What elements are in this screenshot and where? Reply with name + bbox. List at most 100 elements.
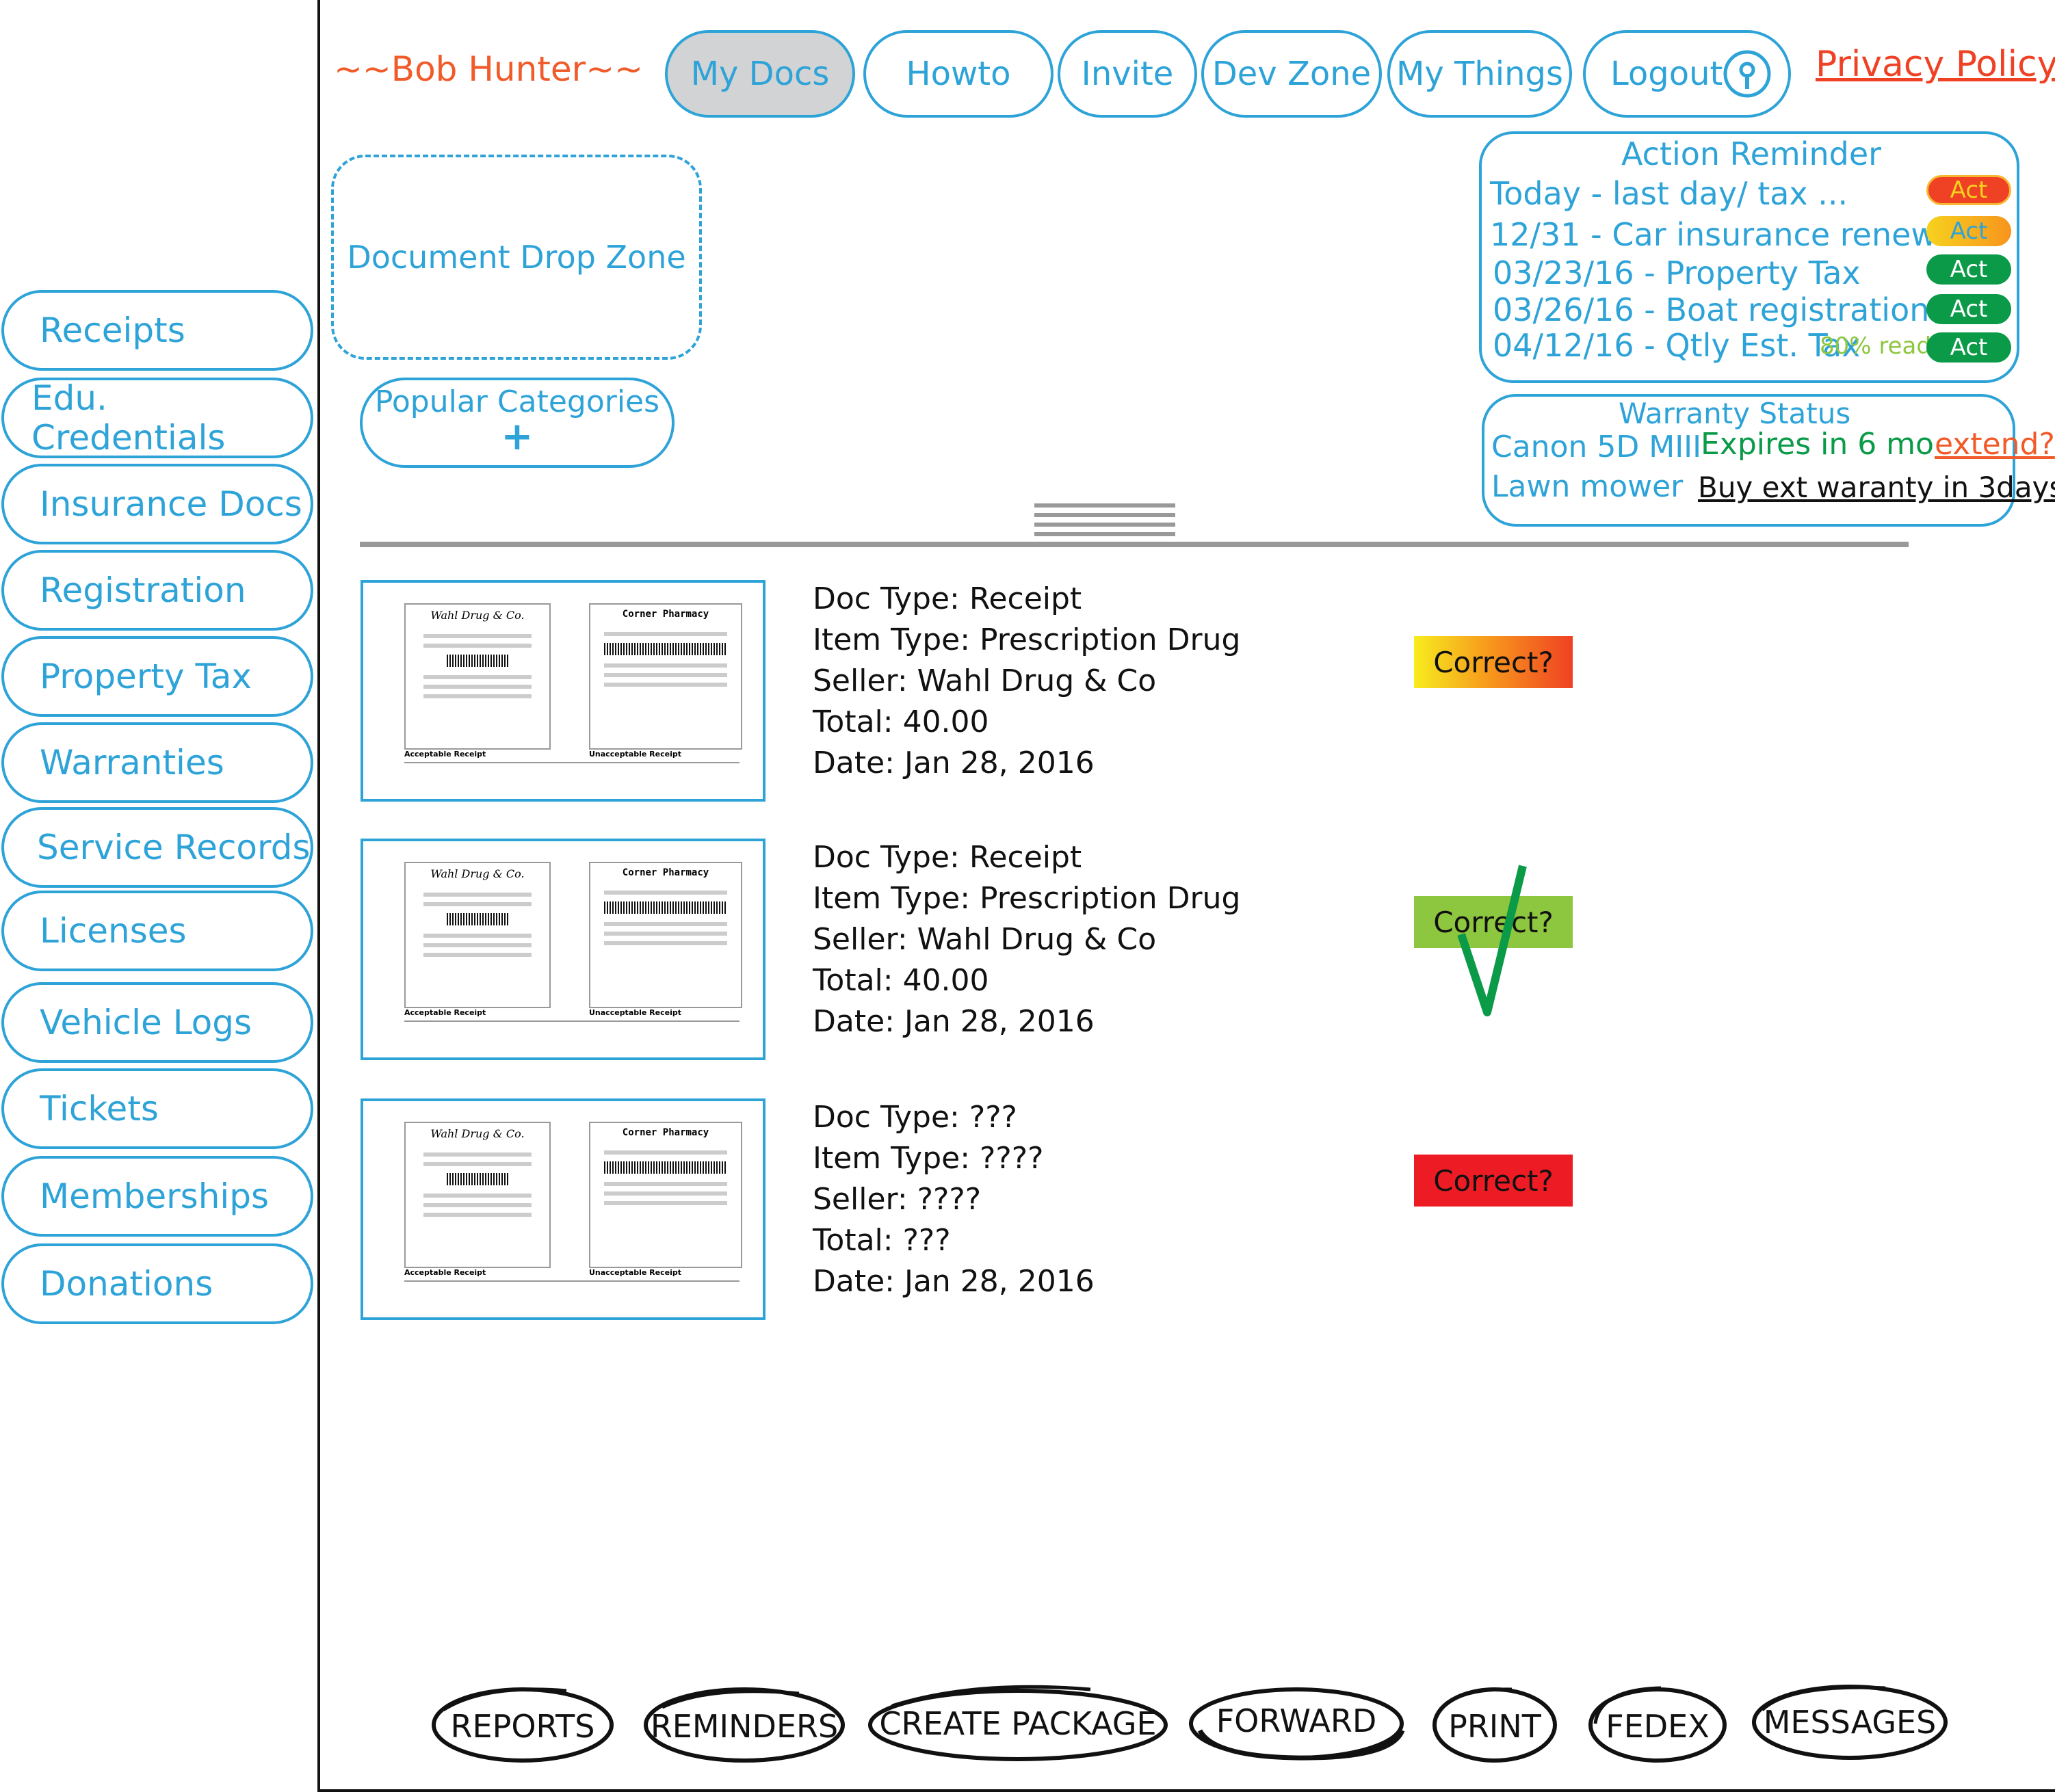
document-thumbnail[interactable]: Wahl Drug & Co. Corner Pharmacy Acceptab… [361,1098,765,1320]
document-metadata: Doc Type: ??? Item Type: ???? Seller: ??… [813,1097,1095,1302]
reminder-act-button[interactable]: Act [1926,332,2011,363]
reminder-act-button[interactable]: Act [1926,254,2011,285]
doc-type: Doc Type: ??? [813,1100,1017,1135]
bottom-action-label: FEDEX [1606,1708,1710,1745]
sidebar-item-tickets[interactable]: Tickets [1,1068,313,1149]
sidebar-item-insurance-docs[interactable]: Insurance Docs [1,464,313,544]
receipt-image: Corner Pharmacy [589,603,742,750]
receipt-image: Wahl Drug & Co. [404,862,551,1008]
keyhole-icon [1723,49,1772,107]
receipt-caption: Acceptable Receipt [404,750,486,759]
receipt-title: Wahl Drug & Co. [430,867,525,880]
nav-label: My Docs [690,55,830,93]
nav-my-docs[interactable]: My Docs [665,30,855,118]
item-type: Item Type: ???? [813,1141,1044,1176]
sidebar-item-property-tax[interactable]: Property Tax [1,636,313,717]
sidebar-item-label: Insurance Docs [40,484,302,524]
receipt-title: Corner Pharmacy [622,1127,709,1138]
nav-label: Howto [906,55,1011,93]
sidebar-item-vehicle-logs[interactable]: Vehicle Logs [1,982,313,1063]
nav-dev-zone[interactable]: Dev Zone [1201,30,1382,118]
sidebar-item-label: Property Tax [40,657,252,696]
warranty-item: Lawn mower [1491,469,1684,504]
seller: Seller: ???? [813,1182,982,1217]
bottom-action-label: PRINT [1448,1708,1541,1745]
total: Total: 40.00 [813,704,989,739]
document-metadata: Doc Type: Receipt Item Type: Prescriptio… [813,579,1240,784]
sidebar-item-service-records[interactable]: Service Records [1,807,313,888]
checkmark-icon [1457,863,1532,1023]
print-button[interactable]: PRINT [1430,1683,1560,1765]
messages-button[interactable]: MESSAGES [1749,1683,1951,1765]
reminder-item: 04/12/16 - Qtly Est. Tax [1493,327,1861,364]
nav-invite[interactable]: Invite [1058,30,1197,118]
reports-button[interactable]: REPORTS [430,1683,616,1765]
sidebar-item-edu-credentials[interactable]: Edu. Credentials [1,378,313,458]
warranty-item: Canon 5D MIII [1491,430,1702,464]
total: Total: 40.00 [813,963,989,998]
warranty-status-title: Warranty Status [1619,397,1851,430]
document-thumbnail[interactable]: Wahl Drug & Co. Corner Pharmacy Acceptab… [361,580,765,802]
receipt-title: Corner Pharmacy [622,609,709,620]
extend-warranty-link[interactable]: extend? [1935,427,2055,462]
sidebar-item-licenses[interactable]: Licenses [1,891,313,971]
document-drop-zone[interactable]: Document Drop Zone [331,155,702,360]
receipt-caption: Unacceptable Receipt [589,1008,681,1017]
sidebar-item-donations[interactable]: Donations [1,1243,313,1324]
drag-handle-icon[interactable] [1034,502,1175,538]
privacy-policy-link[interactable]: Privacy Policy [1816,44,2055,85]
popular-categories-button[interactable]: Popular Categories + [360,378,675,468]
document-thumbnail[interactable]: Wahl Drug & Co. Corner Pharmacy Acceptab… [361,839,765,1060]
correct-button[interactable]: Correct? [1414,636,1573,688]
sidebar-item-warranties[interactable]: Warranties [1,722,313,803]
reminder-act-button[interactable]: Act [1926,216,2011,246]
warranty-expiry: Expires in 6 mo [1701,427,1934,462]
receipt-caption: Acceptable Receipt [404,1268,486,1277]
fedex-button[interactable]: FEDEX [1586,1683,1729,1765]
item-type: Item Type: Prescription Drug [813,622,1241,657]
reminder-item: Today - last day/ tax ... [1490,175,1848,212]
reminder-act-button[interactable]: Act [1926,294,2011,324]
sidebar-item-registration[interactable]: Registration [1,550,313,631]
create-package-button[interactable]: CREATE PACKAGE [865,1683,1171,1765]
correct-button[interactable]: Correct? [1414,1155,1573,1207]
bottom-action-label: REMINDERS [650,1708,839,1745]
sidebar-item-label: Tickets [40,1089,159,1129]
sidebar-item-label: Memberships [40,1176,270,1216]
receipt-caption: Unacceptable Receipt [589,750,681,759]
logout-button[interactable]: Logout [1583,30,1791,118]
nav-label: Dev Zone [1212,55,1372,93]
doc-type: Doc Type: Receipt [813,581,1082,616]
forward-button[interactable]: FORWARD [1186,1683,1406,1765]
sidebar-item-label: Receipts [40,311,185,350]
receipt-image: Wahl Drug & Co. [404,603,551,750]
receipt-caption: Acceptable Receipt [404,1008,486,1017]
nav-label: Logout [1610,55,1723,93]
user-name: ~~Bob Hunter~~ [334,49,644,89]
date: Date: Jan 28, 2016 [813,1264,1095,1299]
document-metadata: Doc Type: Receipt Item Type: Prescriptio… [813,837,1240,1042]
receipt-image: Corner Pharmacy [589,1122,742,1268]
sidebar-item-label: Vehicle Logs [40,1003,252,1042]
doc-type: Doc Type: Receipt [813,840,1082,875]
nav-my-things[interactable]: My Things [1387,30,1572,118]
buy-extended-warranty-link[interactable]: Buy ext waranty in 3days [1698,471,2055,504]
receipt-title: Wahl Drug & Co. [430,1127,525,1140]
sidebar-item-label: Donations [40,1264,213,1304]
receipt-image: Wahl Drug & Co. [404,1122,551,1268]
sidebar-item-memberships[interactable]: Memberships [1,1156,313,1237]
reminders-button[interactable]: REMINDERS [642,1683,847,1765]
reminder-act-button[interactable]: Act [1926,175,2011,205]
bottom-action-label: REPORTS [450,1708,595,1745]
date: Date: Jan 28, 2016 [813,746,1095,780]
drop-zone-label: Document Drop Zone [347,239,686,276]
reminder-item: 03/23/16 - Property Tax [1493,254,1861,291]
nav-label: Invite [1081,55,1174,93]
reminder-item: 03/26/16 - Boat registration [1493,291,1930,328]
item-type: Item Type: Prescription Drug [813,881,1241,916]
receipt-title: Corner Pharmacy [622,867,709,878]
nav-howto[interactable]: Howto [863,30,1053,118]
bottom-action-label: FORWARD [1216,1702,1377,1739]
receipt-caption: Unacceptable Receipt [589,1268,681,1277]
sidebar-item-receipts[interactable]: Receipts [1,290,313,371]
